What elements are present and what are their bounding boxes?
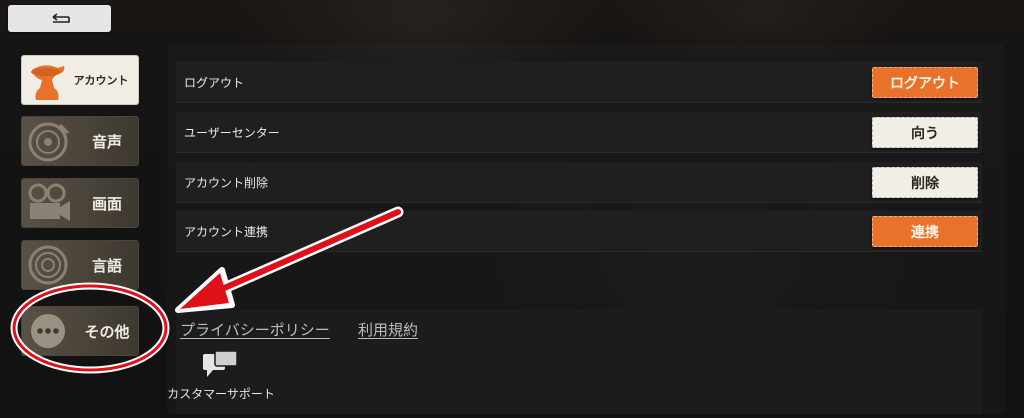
tab-other[interactable]: その他	[21, 306, 139, 356]
top-bar	[0, 0, 1024, 44]
row-label: アカウント削除	[184, 175, 269, 190]
logout-button[interactable]: ログアウト	[872, 67, 978, 98]
tab-other-label: その他	[84, 322, 130, 341]
tab-language-label: 言語	[91, 256, 122, 275]
delete-account-button[interactable]: 削除	[872, 167, 978, 198]
row-delete-account: アカウント削除 削除	[176, 162, 982, 203]
tab-audio-label: 音声	[91, 132, 122, 151]
back-arrow-icon	[52, 12, 70, 23]
tab-display-label: 画面	[91, 194, 122, 213]
row-link-account: アカウント連携 連携	[176, 211, 982, 252]
tab-display[interactable]: 画面	[21, 178, 139, 228]
record-icon	[28, 122, 70, 162]
customer-support-button[interactable]: カスタマーサポート	[164, 350, 278, 406]
link-account-button[interactable]: 連携	[872, 216, 978, 247]
row-label: アカウント連携	[184, 224, 269, 239]
user-center-go-button[interactable]: 向う	[872, 117, 978, 148]
cowboy-icon	[31, 65, 65, 100]
film-camera-icon	[28, 183, 70, 221]
tab-language[interactable]: 言語	[21, 240, 139, 290]
chat-bubbles-icon	[203, 350, 238, 377]
more-dots-icon	[31, 314, 65, 348]
tab-account-label: アカウント	[73, 74, 129, 87]
customer-support-label: カスタマーサポート	[167, 387, 275, 401]
row-label: ユーザーセンター	[184, 125, 280, 140]
row-label: ログアウト	[184, 75, 245, 90]
globe-icon	[28, 245, 68, 285]
privacy-policy-link[interactable]: プライバシーポリシー	[180, 319, 330, 340]
terms-of-service-link[interactable]: 利用規約	[358, 319, 418, 340]
row-logout: ログアウト ログアウト	[176, 62, 982, 103]
tab-account[interactable]: アカウント	[21, 55, 139, 105]
row-user-center: ユーザーセンター 向う	[176, 112, 982, 153]
tab-audio[interactable]: 音声	[21, 116, 139, 166]
back-button[interactable]	[8, 5, 111, 32]
